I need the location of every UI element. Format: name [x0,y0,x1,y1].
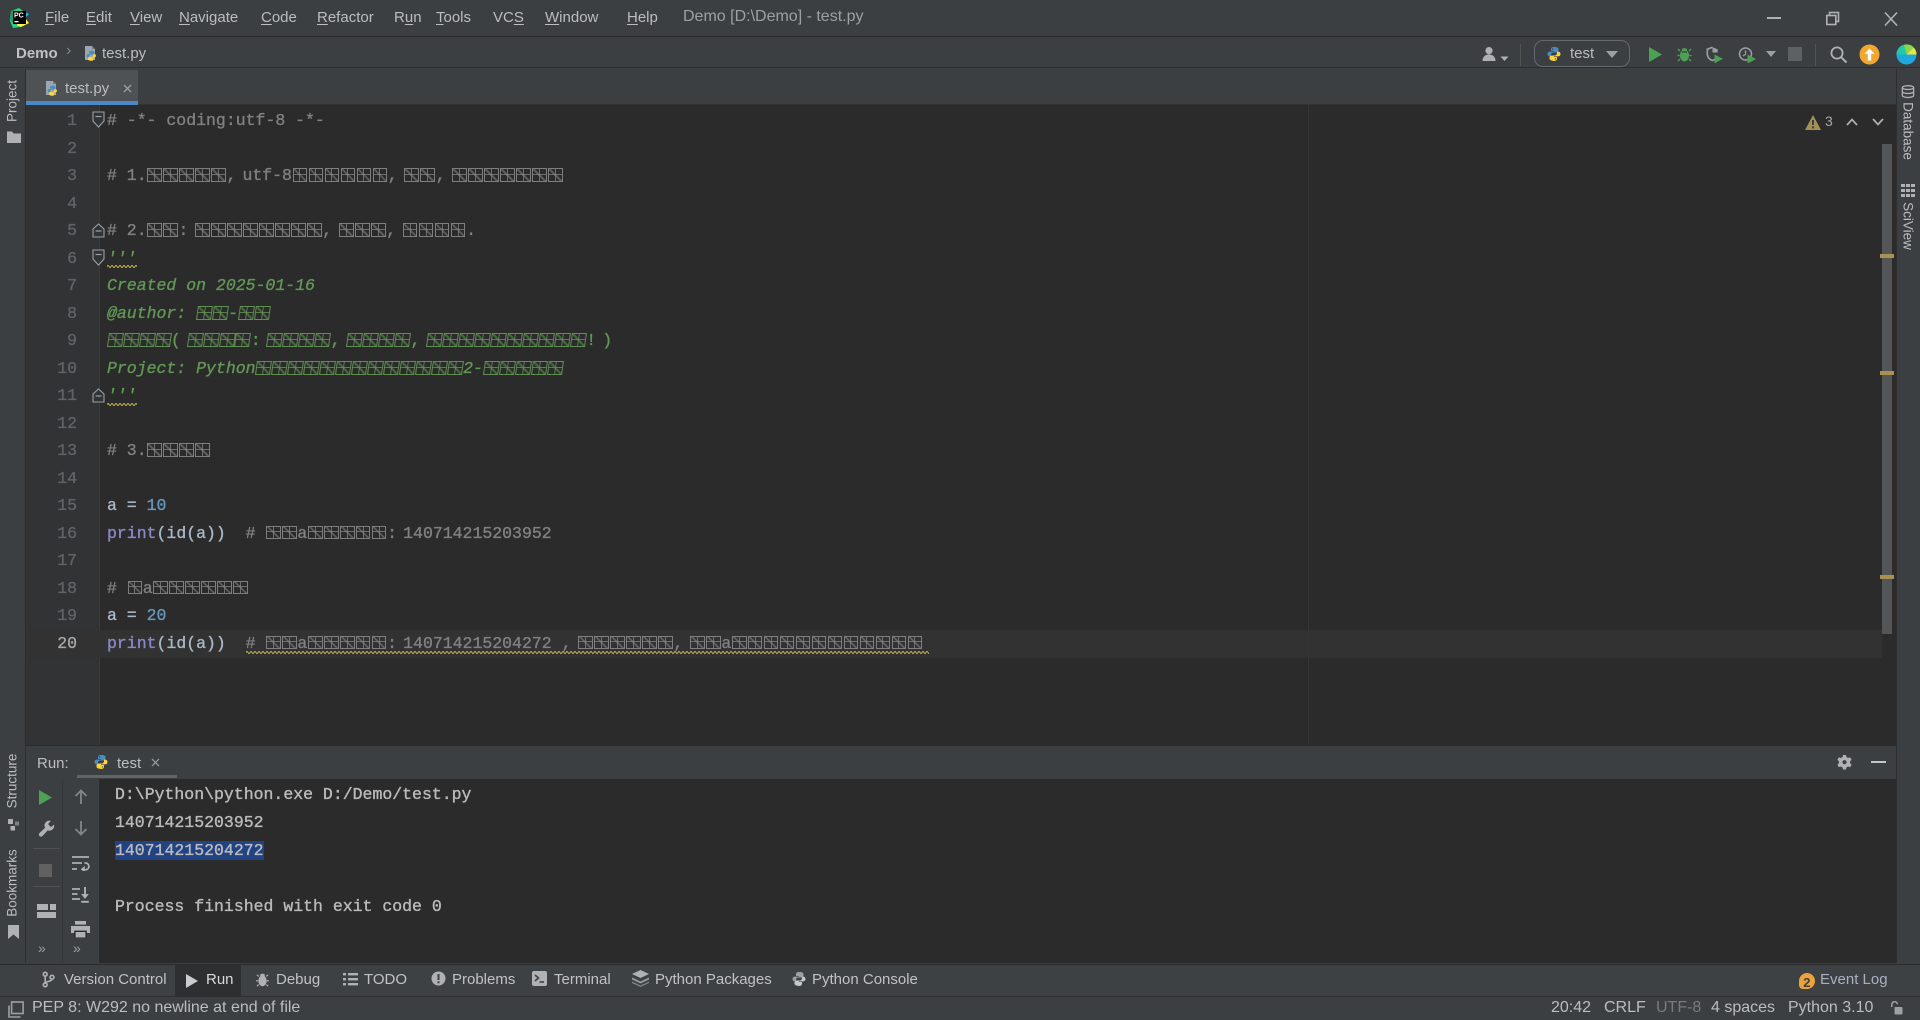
svg-text:PC: PC [14,13,24,20]
